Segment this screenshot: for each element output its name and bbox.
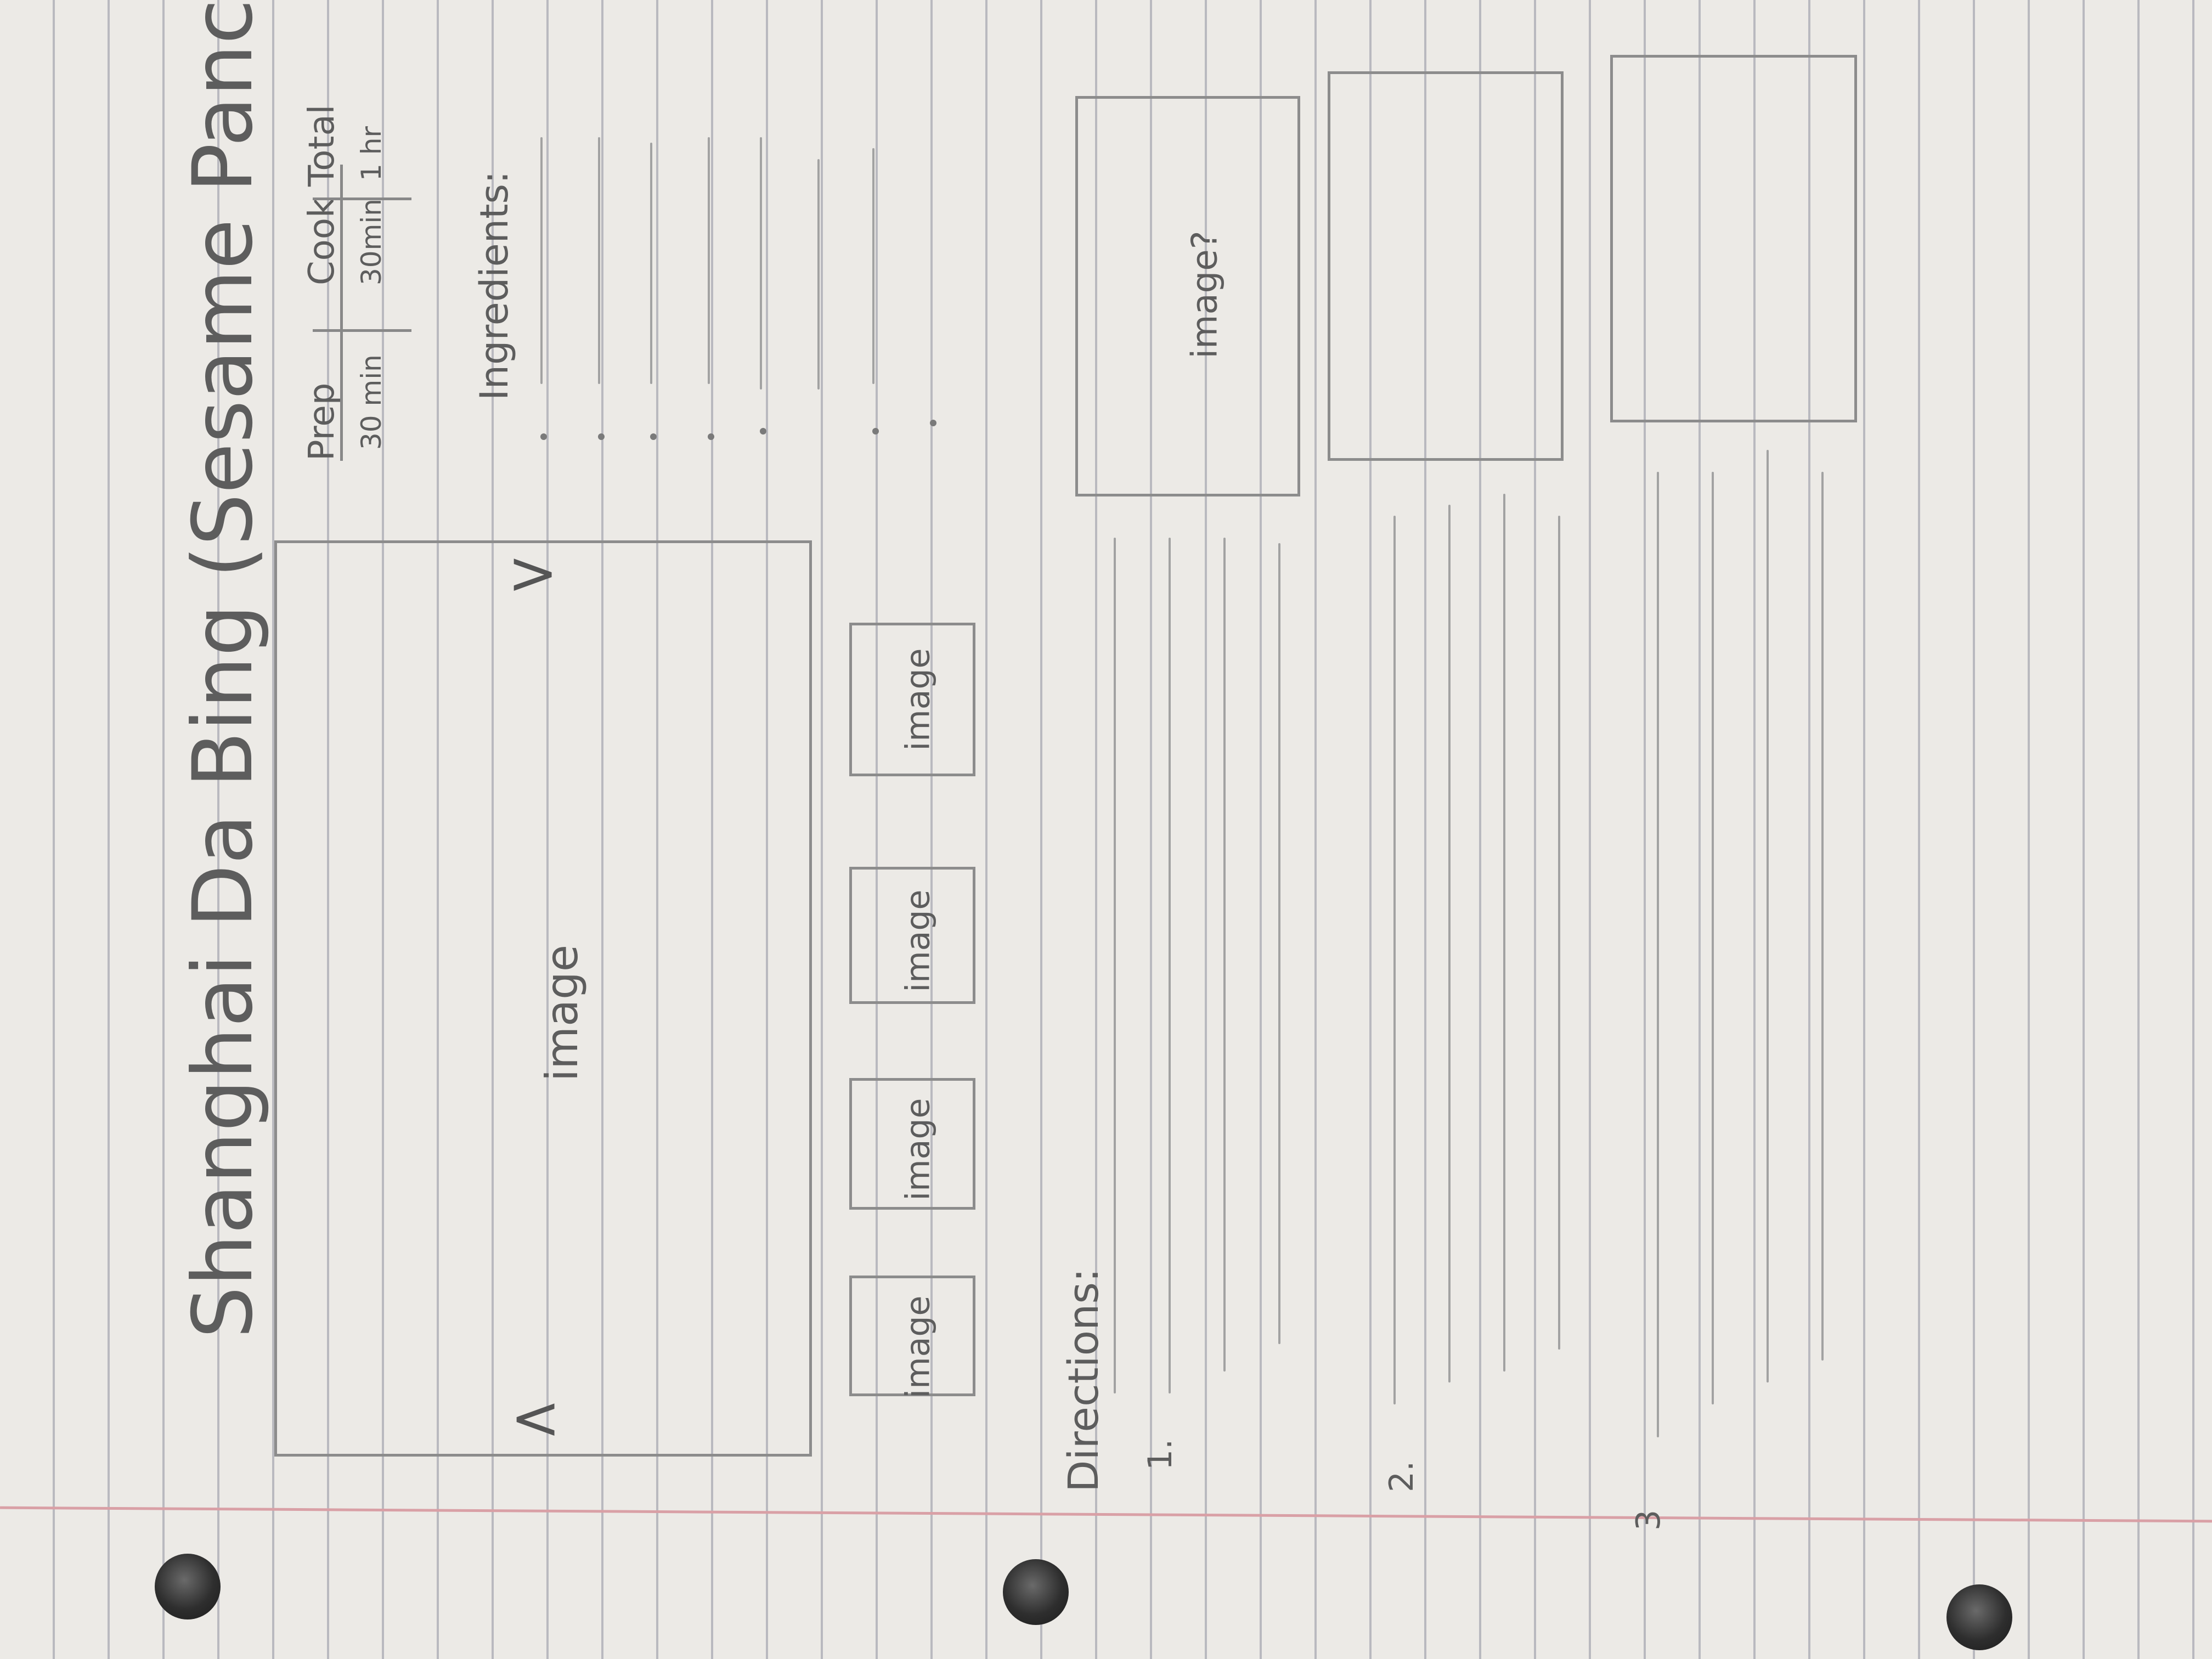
ingredient-line [598, 137, 600, 384]
step-1-line [1278, 543, 1280, 1344]
ingredient-line [817, 159, 820, 390]
thumbnail-2-label: image [899, 1098, 938, 1201]
carousel-next-arrow-icon[interactable]: > [507, 538, 558, 608]
ingredient-bullet [598, 433, 605, 440]
ingredient-line [760, 137, 762, 390]
ingredient-bullet [760, 428, 766, 435]
hero-image-label: image [537, 944, 588, 1082]
step-1-line [1114, 538, 1116, 1393]
step-1-image-label: image? [1184, 230, 1226, 359]
time-divider [340, 165, 343, 461]
notebook-page: Shanghai Da Bing (Sesame Pancake) image … [0, 0, 2212, 1659]
step-3-line [1712, 472, 1714, 1404]
ingredient-bullet [650, 433, 657, 440]
cook-label: Cook [302, 197, 342, 285]
thumbnail-1-label: image [899, 1295, 938, 1398]
ingredient-bullet [872, 428, 879, 435]
binder-hole [1003, 1559, 1069, 1625]
step-2-line [1503, 494, 1505, 1372]
step-1-line [1223, 538, 1226, 1372]
step-2-image-box [1328, 71, 1564, 461]
step-3-line [1767, 450, 1769, 1383]
binder-hole [155, 1554, 221, 1620]
ingredient-line [708, 137, 710, 384]
time-divider [313, 329, 411, 332]
step-3-line [1821, 472, 1824, 1361]
step-2-line [1558, 516, 1560, 1350]
prep-label: Prep [302, 382, 342, 461]
step-3-number: 3 [1629, 1509, 1668, 1531]
ingredient-bullet [930, 420, 936, 426]
step-3-line [1657, 472, 1659, 1437]
margin-line [0, 1506, 2212, 1523]
page-title: Shanghai Da Bing (Sesame Pancake) [176, 0, 271, 1339]
ingredients-heading: Ingredients: [472, 171, 517, 400]
directions-heading: Directions: [1059, 1268, 1108, 1492]
ingredient-bullet [708, 433, 714, 440]
carousel-prev-arrow-icon[interactable]: < [510, 1383, 561, 1453]
step-2-line [1448, 505, 1451, 1383]
ingredient-line [540, 137, 543, 384]
step-2-line [1393, 516, 1396, 1404]
ingredient-bullet [540, 433, 547, 440]
ingredient-line [872, 148, 874, 384]
thumbnail-4-label: image [899, 648, 938, 751]
step-1-line [1169, 538, 1171, 1393]
cook-value: 30min [356, 199, 387, 285]
step-2-number: 2. [1383, 1460, 1421, 1492]
thumbnail-3-label: image [899, 889, 938, 992]
time-divider [313, 198, 411, 200]
ingredient-line [650, 143, 652, 384]
binder-hole [1946, 1584, 2012, 1650]
step-3-image-box [1610, 55, 1857, 422]
total-label: Total [302, 104, 342, 187]
prep-value: 30 min [356, 354, 387, 450]
total-value: 1 hr [356, 126, 387, 181]
step-1-number: 1. [1141, 1438, 1180, 1470]
